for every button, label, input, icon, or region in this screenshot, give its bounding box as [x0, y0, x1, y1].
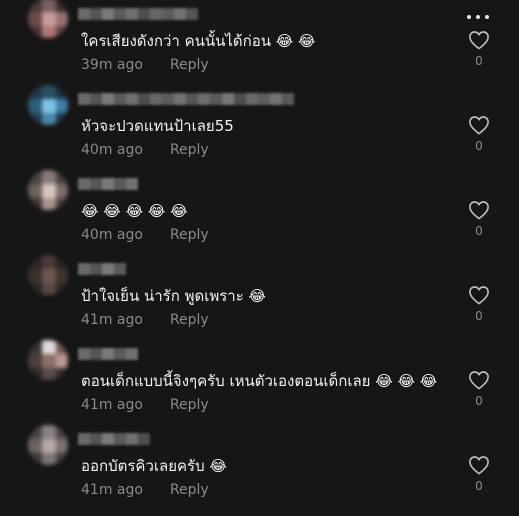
comment-item: หัวจะปวดแทนป้าเลย55 40m ago Reply 0 [0, 85, 519, 170]
avatar[interactable] [28, 0, 68, 38]
comment-item: ตอนเด็กแบบนี้จิงๆครับ เหนตัวเองตอนเด็กเล… [0, 340, 519, 425]
reply-button[interactable]: Reply [170, 142, 209, 158]
comment-item: 😂 😂 😂 😂 😂 40m ago Reply 0 [0, 170, 519, 255]
like-count: 0 [475, 54, 483, 68]
heart-outline-icon[interactable] [468, 285, 490, 305]
username-redacted[interactable] [78, 93, 294, 105]
comment-meta: 39m ago Reply [81, 57, 209, 73]
avatar[interactable] [28, 255, 68, 295]
like-count: 0 [475, 224, 483, 238]
comment-meta: 40m ago Reply [81, 142, 209, 158]
comment-text: หัวจะปวดแทนป้าเลย55 [81, 117, 234, 135]
reply-button[interactable]: Reply [170, 57, 209, 73]
comment-text: ป้าใจเย็น น่ารัก พูดเพราะ 😂 [81, 287, 267, 305]
avatar[interactable] [28, 85, 68, 125]
comment-meta: 41m ago Reply [81, 312, 209, 328]
comment-meta: 41m ago Reply [81, 482, 209, 498]
comment-meta: 40m ago Reply [81, 227, 209, 243]
comment-time: 40m ago [81, 142, 143, 158]
heart-outline-icon[interactable] [468, 200, 490, 220]
username-redacted[interactable] [78, 8, 198, 20]
comment-text: 😂 😂 😂 😂 😂 [81, 202, 188, 220]
comment-time: 40m ago [81, 227, 143, 243]
comment-time: 41m ago [81, 482, 143, 498]
comment-text: ใครเสียงดังกว่า คนนั้นได้ก่อน 😂 😂 [81, 32, 316, 50]
like-count: 0 [475, 139, 483, 153]
like-count: 0 [475, 394, 483, 408]
heart-outline-icon[interactable] [468, 115, 490, 135]
reply-button[interactable]: Reply [170, 227, 209, 243]
comment-time: 41m ago [81, 397, 143, 413]
username-redacted[interactable] [78, 433, 150, 445]
like-count: 0 [475, 479, 483, 493]
reply-button[interactable]: Reply [170, 482, 209, 498]
comment-item: ป้าใจเย็น น่ารัก พูดเพราะ 😂 41m ago Repl… [0, 255, 519, 340]
heart-outline-icon[interactable] [468, 455, 490, 475]
username-redacted[interactable] [78, 178, 138, 190]
username-redacted[interactable] [78, 348, 138, 360]
reply-button[interactable]: Reply [170, 397, 209, 413]
heart-outline-icon[interactable] [468, 30, 490, 50]
comment-text: ตอนเด็กแบบนี้จิงๆครับ เหนตัวเองตอนเด็กเล… [81, 372, 438, 390]
heart-outline-icon[interactable] [468, 370, 490, 390]
comment-list: ใครเสียงดังกว่า คนนั้นได้ก่อน 😂 😂 39m ag… [0, 0, 519, 516]
reply-button[interactable]: Reply [170, 312, 209, 328]
comment-time: 39m ago [81, 57, 143, 73]
comment-meta: 41m ago Reply [81, 397, 209, 413]
comment-item: ใครเสียงดังกว่า คนนั้นได้ก่อน 😂 😂 39m ag… [0, 0, 519, 85]
comment-item: ออกบัตรคิวเลยครับ 😂 41m ago Reply 0 [0, 425, 519, 510]
comment-text: ออกบัตรคิวเลยครับ 😂 [81, 457, 227, 475]
username-redacted[interactable] [78, 263, 126, 275]
avatar[interactable] [28, 340, 68, 380]
avatar[interactable] [28, 425, 68, 465]
avatar[interactable] [28, 170, 68, 210]
comment-time: 41m ago [81, 312, 143, 328]
like-count: 0 [475, 309, 483, 323]
